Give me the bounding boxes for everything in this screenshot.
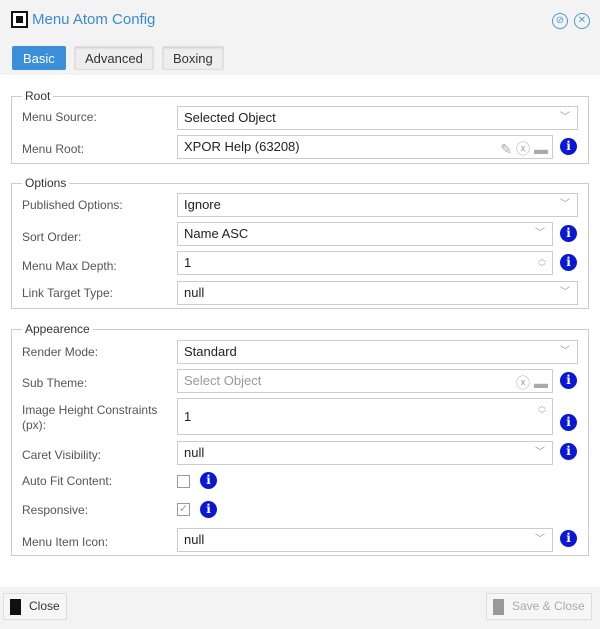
- close-button[interactable]: Close: [3, 593, 67, 620]
- sub-theme-field[interactable]: Select Object ⓧ ▬: [177, 369, 553, 393]
- clear-icon[interactable]: ⓧ: [516, 138, 530, 160]
- chevron-down-icon: ﹀: [560, 287, 570, 298]
- save-close-button[interactable]: Save & Close: [486, 593, 592, 620]
- caret-visibility-label: Caret Visibility:: [22, 448, 102, 462]
- info-icon[interactable]: i: [560, 138, 577, 155]
- save-doc-icon: [493, 598, 504, 615]
- image-height-value: 1: [184, 409, 192, 424]
- legend-appearance: Appearence: [22, 322, 93, 336]
- render-mode-value: Standard: [184, 344, 237, 359]
- app-icon: [11, 11, 28, 28]
- menu-max-depth-input[interactable]: 1 ︿ ﹀: [177, 251, 553, 275]
- sort-order-label: Sort Order:: [22, 230, 82, 244]
- sort-order-value: Name ASC: [184, 226, 249, 241]
- chevron-down-icon: ﹀: [535, 534, 545, 545]
- menu-root-field[interactable]: XPOR Help (63208) ✎ ⓧ ▬: [177, 135, 553, 159]
- sort-order-select[interactable]: Name ASC ﹀: [177, 222, 553, 246]
- legend-root: Root: [22, 89, 54, 103]
- menu-source-label: Menu Source:: [22, 110, 97, 124]
- info-icon[interactable]: i: [560, 414, 577, 431]
- dialog-title: Menu Atom Config: [32, 11, 156, 28]
- chevron-down-icon: ﹀: [535, 447, 545, 458]
- menu-item-icon-label: Menu Item Icon:: [22, 535, 109, 549]
- published-options-label: Published Options:: [22, 198, 123, 212]
- chevron-down-icon: ﹀: [560, 199, 570, 210]
- info-icon[interactable]: i: [200, 472, 217, 489]
- chevron-down-icon: ﹀: [535, 228, 545, 239]
- menu-max-depth-label: Menu Max Depth:: [22, 259, 117, 273]
- responsive-checkbox[interactable]: ✓: [177, 503, 190, 516]
- published-options-value: Ignore: [184, 197, 221, 212]
- info-icon[interactable]: i: [560, 372, 577, 389]
- info-icon[interactable]: i: [200, 501, 217, 518]
- pencil-icon[interactable]: ✎: [500, 138, 512, 160]
- image-height-input[interactable]: 1 ︿ ﹀: [177, 398, 553, 435]
- info-icon[interactable]: i: [560, 443, 577, 460]
- close-icon[interactable]: ✕: [574, 13, 590, 29]
- menu-source-value: Selected Object: [184, 110, 276, 125]
- responsive-label: Responsive:: [22, 503, 89, 517]
- render-mode-label: Render Mode:: [22, 345, 99, 359]
- close-doc-icon: [10, 598, 21, 615]
- info-icon[interactable]: i: [560, 225, 577, 242]
- link-target-label: Link Target Type:: [22, 286, 113, 300]
- caret-visibility-select[interactable]: null ﹀: [177, 441, 553, 465]
- menu-item-icon-value: null: [184, 532, 205, 547]
- menu-root-label: Menu Root:: [22, 142, 85, 156]
- image-height-label: Image Height Constraints (px):: [22, 403, 158, 432]
- stepper-icon[interactable]: ︿ ﹀: [538, 254, 546, 272]
- menu-source-select[interactable]: Selected Object ﹀: [177, 106, 578, 130]
- caret-visibility-value: null: [184, 445, 205, 460]
- legend-options: Options: [22, 176, 70, 190]
- folder-icon[interactable]: ▬: [534, 372, 548, 394]
- tab-basic[interactable]: Basic: [12, 46, 66, 70]
- detach-icon[interactable]: ⊘: [552, 13, 568, 29]
- chevron-down-icon: ﹀: [560, 112, 570, 123]
- published-options-select[interactable]: Ignore ﹀: [177, 193, 578, 217]
- auto-fit-label: Auto Fit Content:: [22, 474, 113, 488]
- link-target-value: null: [184, 285, 205, 300]
- link-target-select[interactable]: null ﹀: [177, 281, 578, 305]
- menu-root-value: XPOR Help (63208): [184, 139, 300, 154]
- stepper-icon[interactable]: ︿ ﹀: [538, 401, 546, 419]
- render-mode-select[interactable]: Standard ﹀: [177, 340, 578, 364]
- info-icon[interactable]: i: [560, 254, 577, 271]
- menu-item-icon-select[interactable]: null ﹀: [177, 528, 553, 552]
- clear-icon[interactable]: ⓧ: [516, 372, 530, 394]
- chevron-down-icon: ﹀: [560, 346, 570, 357]
- sub-theme-label: Sub Theme:: [22, 376, 88, 390]
- auto-fit-checkbox[interactable]: [177, 475, 190, 488]
- menu-max-depth-value: 1: [184, 255, 192, 270]
- folder-icon[interactable]: ▬: [534, 138, 548, 160]
- save-close-label: Save & Close: [512, 599, 585, 613]
- close-label: Close: [29, 599, 60, 613]
- info-icon[interactable]: i: [560, 530, 577, 547]
- tab-advanced[interactable]: Advanced: [74, 46, 154, 70]
- sub-theme-placeholder: Select Object: [184, 373, 262, 388]
- tab-boxing[interactable]: Boxing: [162, 46, 224, 70]
